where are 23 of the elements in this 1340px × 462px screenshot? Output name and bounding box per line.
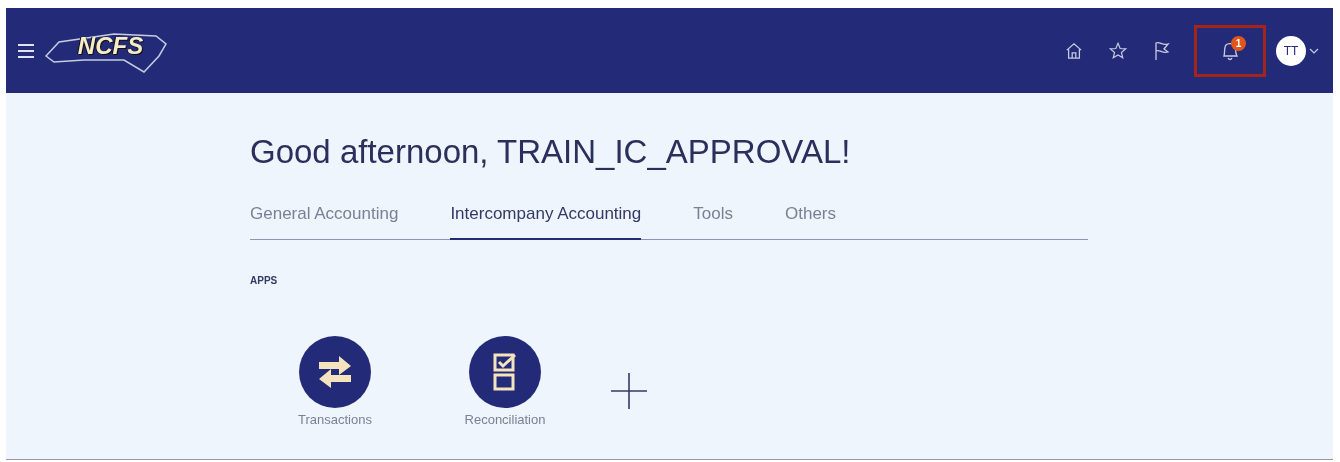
greeting: Good afternoon, TRAIN_IC_APPROVAL! xyxy=(250,132,852,171)
tab[interactable]: Intercompany Accounting xyxy=(450,204,642,240)
chevron-down-icon[interactable] xyxy=(1309,47,1319,54)
section-title: APPS xyxy=(250,275,279,286)
app-label: Reconciliation xyxy=(464,412,546,427)
app-tile[interactable]: Reconciliation xyxy=(450,336,560,427)
home-icon xyxy=(1065,40,1083,61)
bell-icon xyxy=(1220,40,1240,61)
checklist-icon xyxy=(493,353,517,391)
user-avatar[interactable]: TT xyxy=(1276,35,1306,66)
app-tile[interactable]: Transactions xyxy=(280,336,390,427)
app-label: Transactions xyxy=(298,412,372,427)
menu-button[interactable] xyxy=(18,43,34,58)
notifications-button[interactable]: 1 xyxy=(1194,24,1266,77)
tab[interactable]: General Accounting xyxy=(250,204,399,240)
notification-badge: 1 xyxy=(1231,35,1246,51)
logo-text: NCFS xyxy=(77,31,144,60)
star-icon xyxy=(1109,40,1127,61)
plus-icon xyxy=(610,372,648,410)
flag-icon xyxy=(1153,40,1171,61)
arrows-icon xyxy=(317,355,353,389)
tab[interactable]: Tools xyxy=(693,204,733,240)
tab[interactable]: Others xyxy=(785,204,836,240)
